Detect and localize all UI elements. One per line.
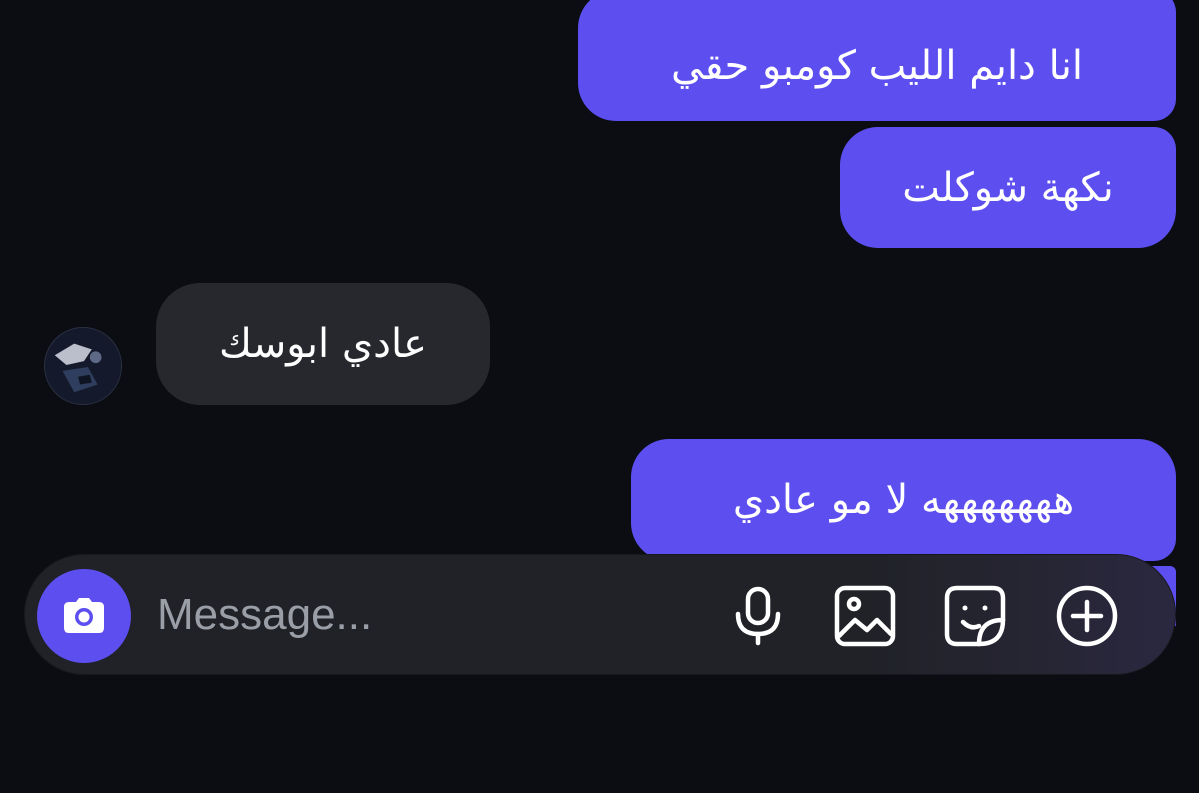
avatar-image bbox=[45, 328, 121, 404]
sticker-button[interactable] bbox=[942, 583, 1008, 649]
message-text: هههههههه لا مو عادي bbox=[732, 477, 1075, 523]
message-text: نكهة شوكلت bbox=[902, 164, 1114, 211]
message-text: عادي ابوسك bbox=[218, 321, 428, 367]
add-button[interactable] bbox=[1054, 583, 1120, 649]
message-bubble-received[interactable]: عادي ابوسك bbox=[156, 283, 490, 405]
message-bubble-sent[interactable]: نكهة شوكلت bbox=[840, 127, 1176, 248]
message-composer bbox=[24, 554, 1176, 675]
gallery-button[interactable] bbox=[832, 583, 898, 649]
avatar[interactable] bbox=[44, 327, 122, 405]
plus-circle-icon bbox=[1056, 585, 1118, 647]
message-bubble-sent[interactable]: هههههههه لا مو عادي bbox=[631, 439, 1176, 561]
image-gallery-icon bbox=[834, 585, 896, 647]
microphone-icon bbox=[735, 586, 781, 646]
sticker-icon bbox=[944, 585, 1006, 647]
camera-button[interactable] bbox=[37, 569, 131, 663]
chat-screen: انا دايم الليب كومبو حقي نكهة شوكلت عادي… bbox=[0, 0, 1199, 793]
message-text: انا دايم الليب كومبو حقي bbox=[670, 42, 1084, 89]
message-input[interactable] bbox=[157, 580, 697, 650]
message-bubble-sent[interactable]: انا دايم الليب كومبو حقي bbox=[578, 0, 1176, 121]
camera-icon bbox=[64, 598, 104, 633]
microphone-button[interactable] bbox=[725, 583, 791, 649]
